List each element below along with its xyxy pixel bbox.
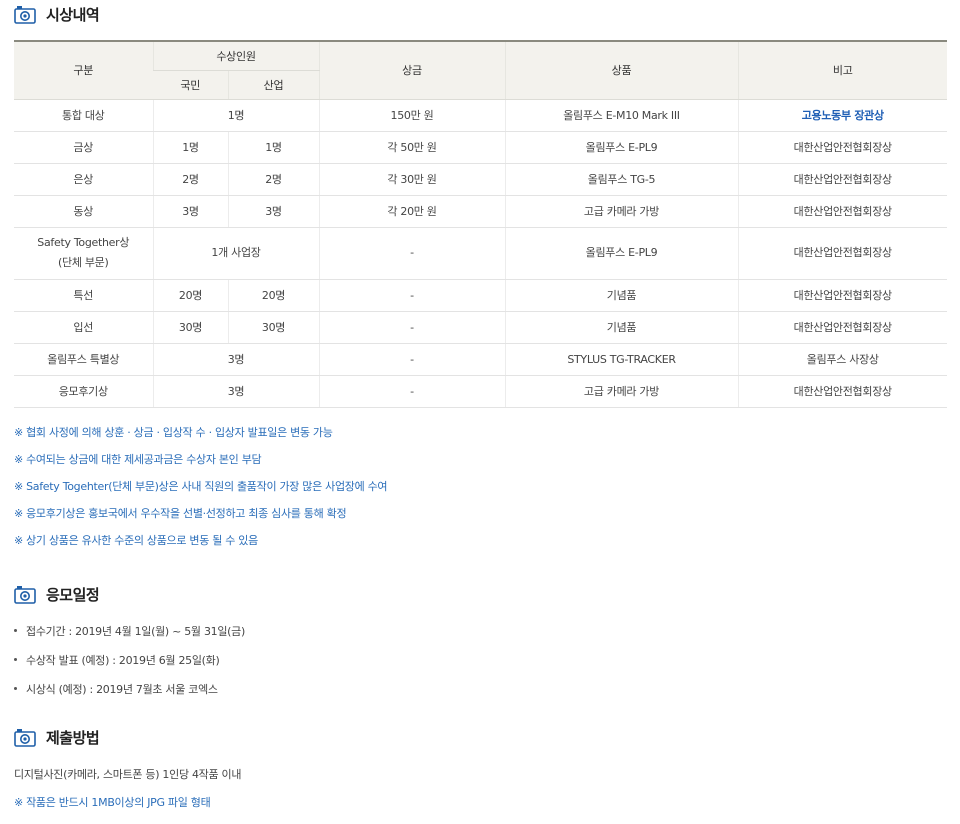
note-item: ※ 응모후기상은 홍보국에서 우수작을 선별·선정하고 최종 심사를 통해 확정 [14,507,347,520]
row-winners: 1명 [152,99,319,132]
table-row: 동상 3명 3명 각 20만 원 고급 카메라 가방 대한산업안전협회장상 [14,195,947,228]
row-industry: 3명 [227,195,319,228]
table-row: 입선 30명 30명 - 기념품 대한산업안전협회장상 [14,311,947,344]
row-note: 대한산업안전협회장상 [737,131,947,164]
submission-title: 제출방법 [46,729,100,747]
row-money: - [318,343,505,376]
row-note: 대한산업안전협회장상 [737,195,947,228]
bullet-icon [14,629,17,632]
bullet-icon [14,658,17,661]
row-industry: 20명 [227,279,319,312]
table-row: 통합 대상 1명 150만 원 올림푸스 E-M10 Mark III 고용노동… [14,99,947,132]
row-note: 대한산업안전협회장상 [737,375,947,408]
schedule-title: 응모일정 [46,586,100,604]
row-winners: 3명 [152,343,319,376]
row-note: 고용노동부 장관상 [737,99,947,132]
table-row: 올림푸스 특별상 3명 - STYLUS TG-TRACKER 올림푸스 사장상 [14,343,947,376]
row-citizen: 3명 [152,195,228,228]
row-category: 올림푸스 특별상 [14,343,153,376]
schedule-item-text: 수상작 발표 (예정) : 2019년 6월 25일(화) [26,654,220,667]
row-money: - [318,311,505,344]
awards-table: 구분 수상인원 상금 상품 비고 국민 산업 통합 대상 1명 150만 원 올… [14,40,947,408]
schedule-item-text: 접수기간 : 2019년 4월 1일(월) ~ 5월 31일(금) [26,625,245,638]
row-category: 특선 [14,279,153,312]
row-money: - [318,375,505,408]
submission-section-header: 제출방법 [14,727,100,748]
list-item: 수상작 발표 (예정) : 2019년 6월 25일(화) [14,652,245,681]
schedule-list: 접수기간 : 2019년 4월 1일(월) ~ 5월 31일(금) 수상작 발표… [14,623,245,710]
camera-icon [14,729,36,747]
bullet-icon [14,687,17,690]
row-industry: 30명 [227,311,319,344]
row-money: - [318,279,505,312]
note-item: ※ 협회 사정에 의해 상훈 · 상금 · 입상작 수 · 입상자 발표일은 변… [14,426,333,439]
schedule-section-header: 응모일정 [14,584,100,605]
row-citizen: 30명 [152,311,228,344]
row-category: 금상 [14,131,153,164]
header-citizen: 국민 [153,70,228,100]
row-category-line2: (단체 부문) [58,256,109,269]
row-goods: STYLUS TG-TRACKER [504,343,738,376]
row-goods: 올림푸스 TG-5 [504,163,738,196]
row-money: 각 50만 원 [318,131,505,164]
camera-icon [14,586,36,604]
header-prize-goods: 상품 [504,41,738,100]
header-industry: 산업 [227,70,319,100]
row-category: 동상 [14,195,153,228]
row-money: 각 30만 원 [318,163,505,196]
row-category: 응모후기상 [14,375,153,408]
schedule-item-text: 시상식 (예정) : 2019년 7월초 서울 코엑스 [26,683,218,696]
submission-note: ※ 작품은 반드시 1MB이상의 JPG 파일 형태 [14,796,211,809]
row-category: Safety Together상 (단체 부문) [14,227,153,280]
row-citizen: 1명 [152,131,228,164]
awards-section-header: 시상내역 [14,4,100,25]
row-goods: 고급 카메라 가방 [504,195,738,228]
table-row: 금상 1명 1명 각 50만 원 올림푸스 E-PL9 대한산업안전협회장상 [14,131,947,164]
row-note: 대한산업안전협회장상 [737,311,947,344]
row-note: 대한산업안전협회장상 [737,163,947,196]
row-winners: 3명 [152,375,319,408]
row-goods: 기념품 [504,279,738,312]
row-note: 올림푸스 사장상 [737,343,947,376]
camera-icon [14,6,36,24]
row-industry: 2명 [227,163,319,196]
row-goods: 올림푸스 E-M10 Mark III [504,99,738,132]
row-money: 각 20만 원 [318,195,505,228]
note-item: ※ 상기 상품은 유사한 수준의 상품으로 변동 될 수 있음 [14,534,258,547]
row-category: 입선 [14,311,153,344]
list-item: 시상식 (예정) : 2019년 7월초 서울 코엑스 [14,681,245,710]
list-item: 접수기간 : 2019년 4월 1일(월) ~ 5월 31일(금) [14,623,245,652]
row-money: 150만 원 [318,99,505,132]
header-note: 비고 [737,41,947,100]
row-citizen: 20명 [152,279,228,312]
row-note: 대한산업안전협회장상 [737,227,947,280]
row-money: - [318,227,505,280]
table-row: 응모후기상 3명 - 고급 카메라 가방 대한산업안전협회장상 [14,375,947,408]
row-note: 대한산업안전협회장상 [737,279,947,312]
row-category-line1: Safety Together상 [37,236,130,249]
row-citizen: 2명 [152,163,228,196]
header-category: 구분 [14,41,153,100]
row-goods: 고급 카메라 가방 [504,375,738,408]
table-row: 특선 20명 20명 - 기념품 대한산업안전협회장상 [14,279,947,312]
row-goods: 올림푸스 E-PL9 [504,227,738,280]
table-row: Safety Together상 (단체 부문) 1개 사업장 - 올림푸스 E… [14,227,947,280]
row-category: 은상 [14,163,153,196]
row-category: 통합 대상 [14,99,153,132]
awards-notes: ※ 협회 사정에 의해 상훈 · 상금 · 입상작 수 · 입상자 발표일은 변… [14,426,388,561]
submission-text: 디지털사진(카메라, 스마트폰 등) 1인당 4작품 이내 [14,768,242,781]
header-winners: 수상인원 [152,41,319,71]
awards-title: 시상내역 [46,6,100,24]
row-winners: 1개 사업장 [152,227,319,280]
header-prize-money: 상금 [318,41,505,100]
note-item: ※ 수여되는 상금에 대한 제세공과금은 수상자 본인 부담 [14,453,262,466]
table-row: 은상 2명 2명 각 30만 원 올림푸스 TG-5 대한산업안전협회장상 [14,163,947,196]
row-industry: 1명 [227,131,319,164]
note-item: ※ Safety Togehter(단체 부문)상은 사내 직원의 출품작이 가… [14,480,388,493]
row-goods: 올림푸스 E-PL9 [504,131,738,164]
row-goods: 기념품 [504,311,738,344]
